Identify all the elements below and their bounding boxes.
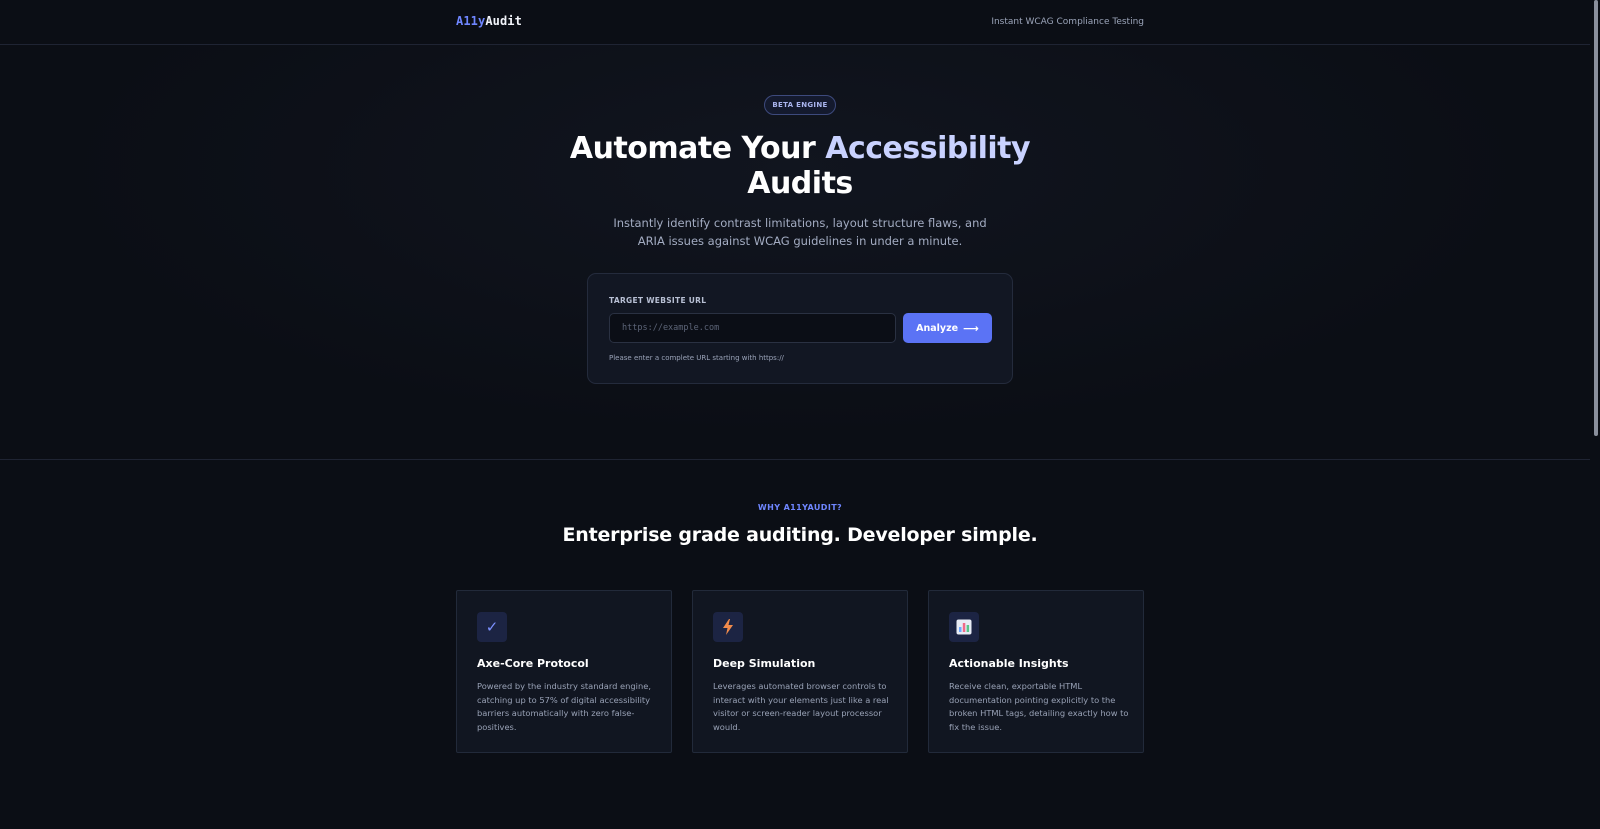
analyze-button[interactable]: Analyze ⟶	[903, 313, 992, 343]
beta-badge: BETA ENGINE	[764, 95, 836, 115]
feature-card-axe-core: ✓ Axe-Core Protocol Powered by the indus…	[456, 590, 672, 753]
analyze-button-label: Analyze	[916, 322, 959, 334]
feature-card-title: Deep Simulation	[713, 657, 816, 670]
url-field-label: TARGET WEBSITE URL	[609, 296, 707, 305]
checkmark-icon: ✓	[477, 612, 507, 642]
page: A11yAudit Instant WCAG Compliance Testin…	[0, 0, 1600, 829]
logo[interactable]: A11yAudit	[456, 14, 522, 28]
bar-chart-icon	[949, 612, 979, 642]
hero-subtitle: Instantly identify contrast limitations,…	[613, 216, 987, 248]
url-form-card: TARGET WEBSITE URL Analyze ⟶ Please ente…	[587, 273, 1013, 384]
section-title: Enterprise grade auditing. Developer sim…	[562, 524, 1038, 546]
scrollbar-thumb[interactable]	[1594, 0, 1598, 436]
section-eyebrow: WHY A11YAUDIT?	[757, 503, 843, 512]
feature-card-description: Receive clean, exportable HTML documenta…	[949, 681, 1129, 732]
feature-card-deep-simulation: Deep Simulation Leverages automated brow…	[692, 590, 908, 753]
top-navigation-bar: A11yAudit Instant WCAG Compliance Testin…	[0, 0, 1600, 45]
headline-highlight: Accessibility	[825, 131, 1031, 166]
feature-card-title: Actionable Insights	[949, 657, 1069, 670]
hero-section: BETA ENGINE Automate Your Accessibility A…	[0, 45, 1590, 460]
url-hint-text: Please enter a complete URL starting wit…	[609, 354, 784, 362]
url-input[interactable]	[609, 313, 896, 343]
lightning-icon	[713, 612, 743, 642]
feature-card-description: Powered by the industry standard engine,…	[477, 681, 651, 732]
logo-part-audit: Audit	[485, 14, 522, 28]
page-scrollbar[interactable]	[1590, 0, 1600, 829]
feature-card-actionable-insights: Actionable Insights Receive clean, expor…	[928, 590, 1144, 753]
arrow-right-icon: ⟶	[963, 321, 979, 335]
headline-text-2: Audits	[747, 166, 853, 201]
feature-card-title: Axe-Core Protocol	[477, 657, 589, 670]
headline-text-1: Automate Your	[569, 131, 826, 166]
hero-headline: Automate Your Accessibility Audits	[520, 131, 1080, 201]
logo-part-a11y: A11y	[456, 14, 486, 28]
header-tagline: Instant WCAG Compliance Testing	[991, 17, 1144, 27]
feature-card-description: Leverages automated browser controls to …	[713, 681, 889, 732]
